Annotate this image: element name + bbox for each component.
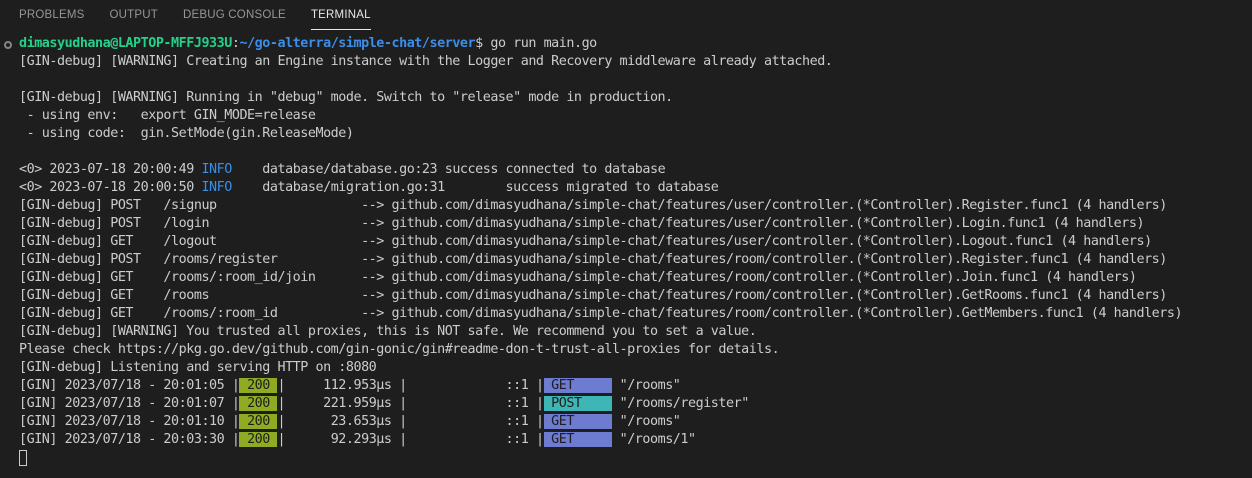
status-badge: 200 <box>239 414 278 429</box>
prompt-user-host: dimasyudhana@LAPTOP-MFFJ933U <box>19 36 232 51</box>
request-path: "/rooms/1" <box>611 432 696 447</box>
request-latency: | 92.293µs | ::1 | <box>277 432 544 447</box>
route-line: [GIN-debug] POST /signup --> github.com/… <box>19 198 1167 213</box>
route-line: [GIN-debug] GET /rooms/:room_id/join -->… <box>19 270 1137 285</box>
request-line: [GIN] 2023/07/18 - 20:01:07 | 200 | 221.… <box>19 395 749 413</box>
log-prefix: <0> 2023-07-18 20:00:49 <box>19 162 202 177</box>
request-time: [GIN] 2023/07/18 - 20:01:10 | <box>19 414 240 429</box>
request-line: [GIN] 2023/07/18 - 20:01:05 | 200 | 112.… <box>19 377 681 395</box>
log-message: database/database.go:23 success connecte… <box>231 162 666 177</box>
request-line: [GIN] 2023/07/18 - 20:03:30 | 200 | 92.2… <box>19 431 696 449</box>
method-badge: GET <box>543 414 612 429</box>
log-line: [GIN-debug] [WARNING] You trusted all pr… <box>19 324 757 339</box>
request-latency: | 221.959µs | ::1 | <box>277 396 544 411</box>
log-level-info: INFO <box>201 180 232 195</box>
log-line: [GIN-debug] [WARNING] Creating an Engine… <box>19 54 833 69</box>
log-line: [GIN-debug] [WARNING] Running in "debug"… <box>19 90 673 105</box>
tab-terminal[interactable]: TERMINAL <box>310 9 371 30</box>
log-line: Please check https://pkg.go.dev/github.c… <box>19 342 780 357</box>
status-badge: 200 <box>239 432 278 447</box>
tab-debug-console[interactable]: DEBUG CONSOLE <box>183 9 286 30</box>
route-line: [GIN-debug] GET /logout --> github.com/d… <box>19 234 1152 249</box>
status-badge: 200 <box>239 396 278 411</box>
prompt-symbol: $ <box>475 36 491 51</box>
log-line: - using code: gin.SetMode(gin.ReleaseMod… <box>19 126 354 141</box>
log-prefix: <0> 2023-07-18 20:00:50 <box>19 180 202 195</box>
prompt-path: ~/go-alterra/simple-chat/server <box>239 36 476 51</box>
panel-tabs: PROBLEMS OUTPUT DEBUG CONSOLE TERMINAL <box>0 0 1252 30</box>
tab-output[interactable]: OUTPUT <box>110 9 158 30</box>
request-path: "/rooms" <box>611 378 681 393</box>
prompt-command: go run main.go <box>490 36 597 51</box>
tab-problems[interactable]: PROBLEMS <box>19 9 85 30</box>
request-latency: | 112.953µs | ::1 | <box>277 378 544 393</box>
log-line: <0> 2023-07-18 20:00:49 INFO database/da… <box>19 161 666 179</box>
method-badge: GET <box>543 378 612 393</box>
request-time: [GIN] 2023/07/18 - 20:01:05 | <box>19 378 240 393</box>
terminal-cursor[interactable] <box>19 450 27 466</box>
request-path: "/rooms/register" <box>611 396 750 411</box>
method-badge: POST <box>543 396 612 411</box>
status-badge: 200 <box>239 378 278 393</box>
route-line: [GIN-debug] POST /login --> github.com/d… <box>19 216 1145 231</box>
route-line: [GIN-debug] POST /rooms/register --> git… <box>19 252 1167 267</box>
log-line: <0> 2023-07-18 20:00:50 INFO database/mi… <box>19 179 719 197</box>
method-badge: GET <box>543 432 612 447</box>
command-decoration-icon[interactable] <box>4 41 12 49</box>
route-line: [GIN-debug] GET /rooms --> github.com/di… <box>19 288 1167 303</box>
log-line: - using env: export GIN_MODE=release <box>19 108 316 123</box>
request-time: [GIN] 2023/07/18 - 20:03:30 | <box>19 432 240 447</box>
log-line: [GIN-debug] Listening and serving HTTP o… <box>19 360 377 375</box>
log-level-info: INFO <box>201 162 232 177</box>
request-path: "/rooms" <box>611 414 681 429</box>
log-message: database/migration.go:31 success migrate… <box>231 180 719 195</box>
request-latency: | 23.653µs | ::1 | <box>277 414 544 429</box>
request-time: [GIN] 2023/07/18 - 20:01:07 | <box>19 396 240 411</box>
request-line: [GIN] 2023/07/18 - 20:01:10 | 200 | 23.6… <box>19 413 681 431</box>
route-line: [GIN-debug] GET /rooms/:room_id --> gith… <box>19 306 1183 321</box>
prompt-line: dimasyudhana@LAPTOP-MFFJ933U:~/go-alterr… <box>19 35 597 53</box>
